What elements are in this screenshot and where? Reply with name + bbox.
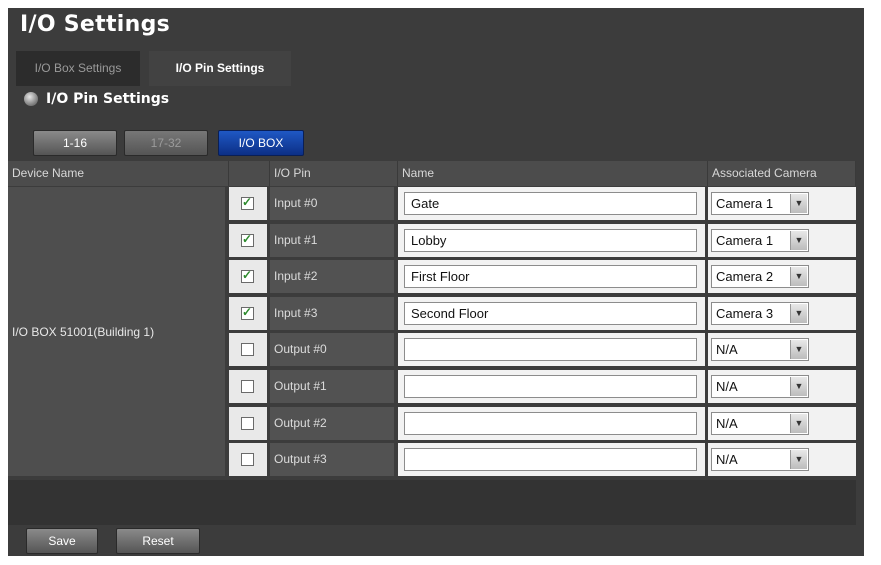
range-1-16-button[interactable]: 1-16 [33, 130, 117, 156]
chevron-down-icon[interactable]: ▼ [790, 304, 807, 323]
section-header: I/O Pin Settings [24, 91, 169, 107]
enable-cell [229, 407, 267, 440]
name-cell: Lobby [398, 224, 705, 257]
associated-camera-select[interactable]: N/A ▼ [711, 412, 809, 435]
page-title: I/O Settings [20, 12, 171, 37]
camera-cell: Camera 2 ▼ [708, 260, 856, 293]
camera-cell: N/A ▼ [708, 370, 856, 403]
section-title: I/O Pin Settings [46, 91, 170, 107]
io-pin-label: Output #1 [270, 370, 394, 403]
name-cell: Second Floor [398, 297, 705, 330]
camera-cell: Camera 1 ▼ [708, 224, 856, 257]
name-cell [398, 407, 705, 440]
associated-camera-select[interactable]: Camera 2 ▼ [711, 265, 809, 288]
table-row: Output #0 N/A ▼ [229, 333, 856, 366]
chevron-down-icon[interactable]: ▼ [790, 267, 807, 286]
chevron-down-icon[interactable]: ▼ [790, 414, 807, 433]
camera-cell: N/A ▼ [708, 333, 856, 366]
name-cell: Gate [398, 187, 705, 220]
pin-name-field[interactable] [404, 412, 697, 435]
enable-checkbox[interactable] [241, 232, 254, 247]
table-row: Output #1 N/A ▼ [229, 370, 856, 403]
enable-cell [229, 187, 267, 220]
enable-checkbox[interactable] [241, 268, 254, 283]
camera-cell: Camera 3 ▼ [708, 297, 856, 330]
header-enable [229, 161, 270, 186]
header-name: Name [398, 161, 708, 186]
enable-checkbox[interactable] [241, 305, 254, 320]
camera-select-value: Camera 2 [716, 269, 774, 284]
pin-name-field[interactable] [404, 375, 697, 398]
save-button[interactable]: Save [26, 528, 98, 554]
associated-camera-select[interactable]: N/A ▼ [711, 448, 809, 471]
table-row: Input #3 Second Floor Camera 3 ▼ [229, 297, 856, 330]
io-pin-label: Output #2 [270, 407, 394, 440]
pin-name-field[interactable] [404, 448, 697, 471]
name-cell [398, 370, 705, 403]
table-row: Input #2 First Floor Camera 2 ▼ [229, 260, 856, 293]
io-pin-label: Input #3 [270, 297, 394, 330]
camera-select-value: Camera 3 [716, 306, 774, 321]
associated-camera-select[interactable]: Camera 1 ▼ [711, 229, 809, 252]
header-device-name: Device Name [8, 161, 229, 186]
chevron-down-icon[interactable]: ▼ [790, 340, 807, 359]
footer-band [8, 480, 856, 525]
associated-camera-select[interactable]: N/A ▼ [711, 338, 809, 361]
name-cell: First Floor [398, 260, 705, 293]
chevron-down-icon[interactable]: ▼ [790, 377, 807, 396]
associated-camera-select[interactable]: Camera 3 ▼ [711, 302, 809, 325]
table-row: Input #0 Gate Camera 1 ▼ [229, 187, 856, 220]
reset-button[interactable]: Reset [116, 528, 200, 554]
io-pin-label: Input #1 [270, 224, 394, 257]
io-pin-label: Output #3 [270, 443, 394, 476]
pin-name-field[interactable]: First Floor [404, 265, 697, 288]
enable-checkbox[interactable] [241, 453, 254, 466]
bulb-icon [24, 92, 38, 106]
io-pin-label: Input #0 [270, 187, 394, 220]
pin-name-field[interactable]: Lobby [404, 229, 697, 252]
enable-cell [229, 370, 267, 403]
table-row: Output #3 N/A ▼ [229, 443, 856, 476]
chevron-down-icon[interactable]: ▼ [790, 231, 807, 250]
enable-cell [229, 443, 267, 476]
chevron-down-icon[interactable]: ▼ [790, 194, 807, 213]
table-row: Output #2 N/A ▼ [229, 407, 856, 440]
pin-name-field[interactable]: Second Floor [404, 302, 697, 325]
range-17-32-button[interactable]: 17-32 [124, 130, 208, 156]
camera-select-value: N/A [716, 379, 738, 394]
camera-cell: Camera 1 ▼ [708, 187, 856, 220]
enable-checkbox[interactable] [241, 380, 254, 393]
header-associated-camera: Associated Camera [708, 161, 856, 186]
io-pin-table: Device Name I/O Pin Name Associated Came… [8, 161, 856, 476]
chevron-down-icon[interactable]: ▼ [790, 450, 807, 469]
name-cell [398, 333, 705, 366]
tab-io-box-settings[interactable]: I/O Box Settings [16, 51, 140, 86]
io-pin-label: Output #0 [270, 333, 394, 366]
camera-select-value: Camera 1 [716, 233, 774, 248]
table-row: Input #1 Lobby Camera 1 ▼ [229, 224, 856, 257]
name-cell [398, 443, 705, 476]
range-io-box-button[interactable]: I/O BOX [218, 130, 304, 156]
enable-cell [229, 297, 267, 330]
enable-cell [229, 260, 267, 293]
associated-camera-select[interactable]: Camera 1 ▼ [711, 192, 809, 215]
camera-select-value: N/A [716, 342, 738, 357]
enable-checkbox[interactable] [241, 343, 254, 356]
tab-io-pin-settings[interactable]: I/O Pin Settings [149, 51, 291, 86]
camera-select-value: N/A [716, 452, 738, 467]
camera-select-value: Camera 1 [716, 196, 774, 211]
camera-cell: N/A ▼ [708, 443, 856, 476]
camera-cell: N/A ▼ [708, 407, 856, 440]
enable-cell [229, 333, 267, 366]
header-io-pin: I/O Pin [270, 161, 398, 186]
io-pin-label: Input #2 [270, 260, 394, 293]
pin-name-field[interactable] [404, 338, 697, 361]
enable-checkbox[interactable] [241, 417, 254, 430]
pin-name-field[interactable]: Gate [404, 192, 697, 215]
enable-checkbox[interactable] [241, 195, 254, 210]
enable-cell [229, 224, 267, 257]
camera-select-value: N/A [716, 416, 738, 431]
associated-camera-select[interactable]: N/A ▼ [711, 375, 809, 398]
device-name-cell: I/O BOX 51001(Building 1) [8, 187, 225, 476]
